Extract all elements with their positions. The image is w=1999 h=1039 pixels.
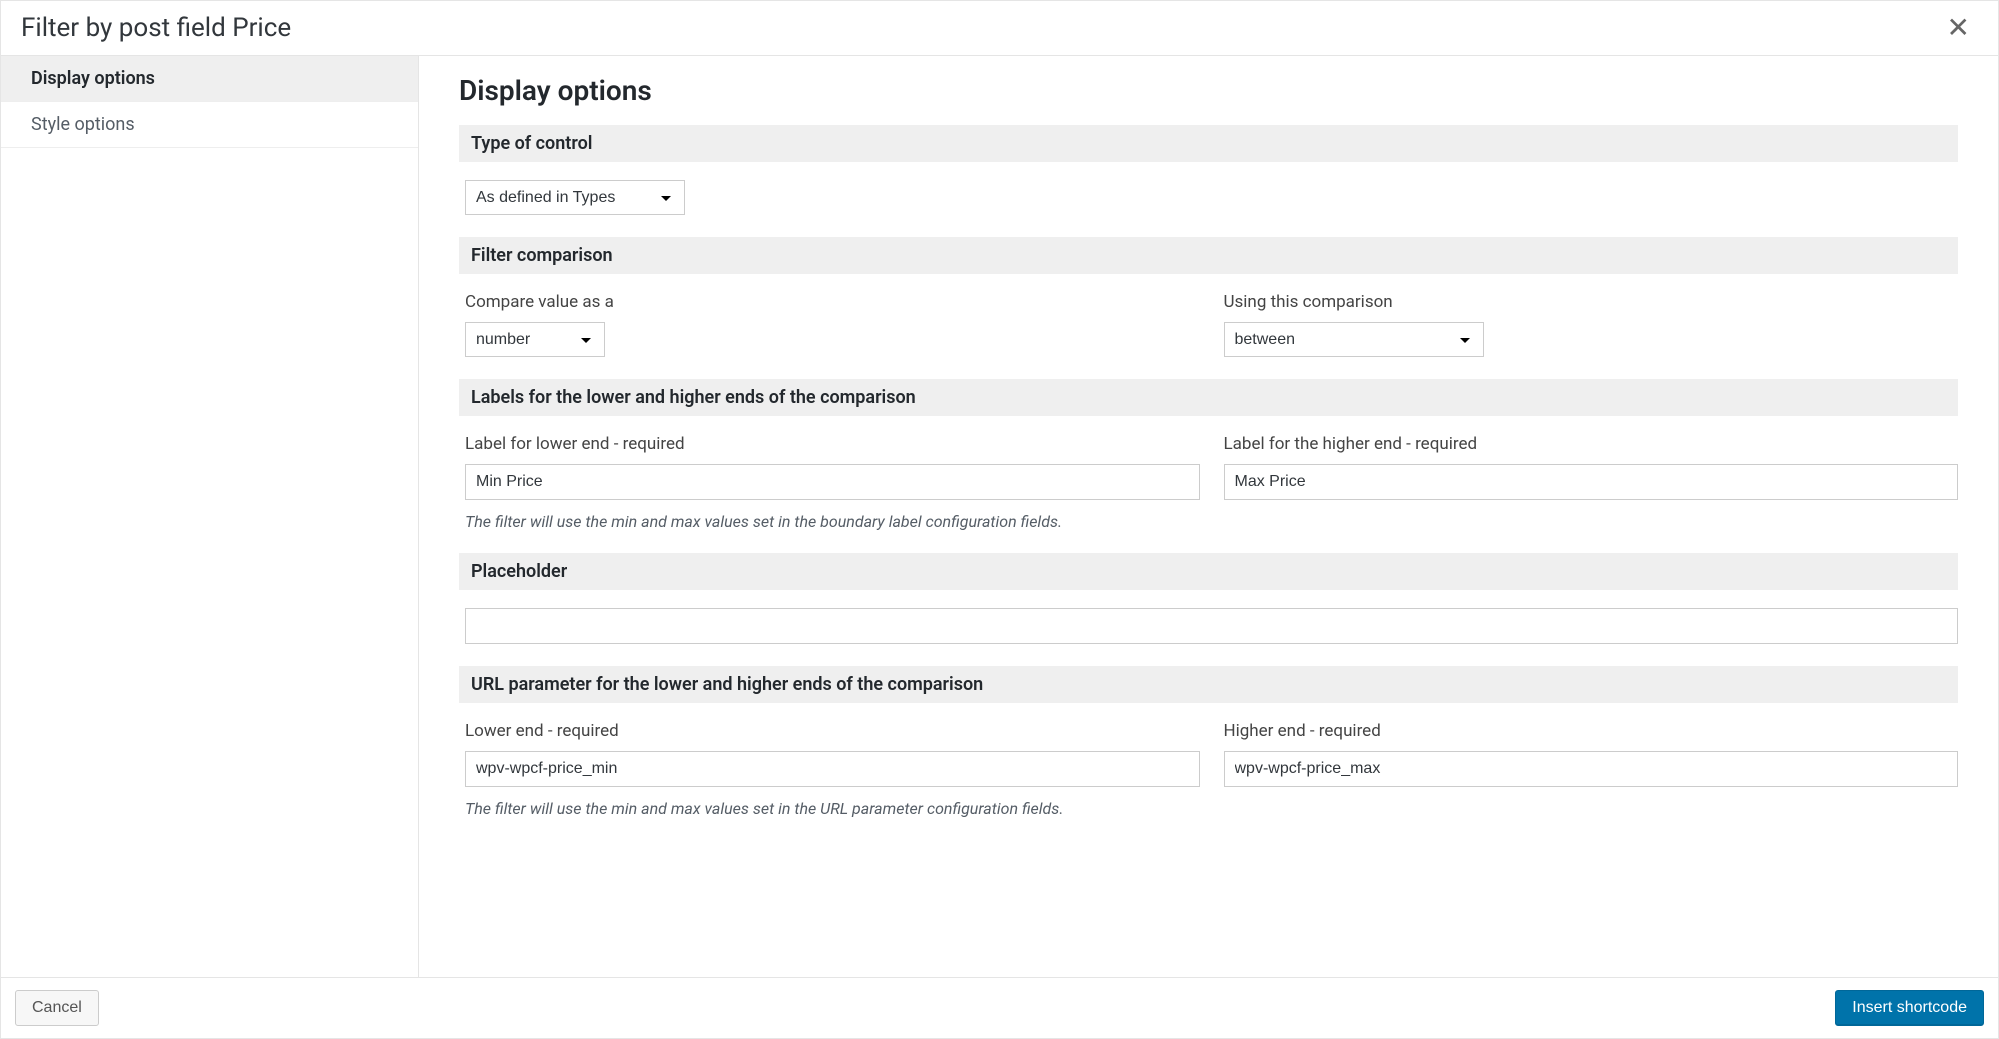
url-higher-end-label: Higher end - required (1224, 721, 1959, 741)
label-higher-end-input[interactable] (1224, 464, 1959, 500)
cancel-button[interactable]: Cancel (15, 990, 99, 1026)
modal-body: Display options Style options Display op… (1, 56, 1998, 977)
section-body-url-params: Lower end - required Higher end - requir… (459, 721, 1958, 840)
modal-title: Filter by post field Price (21, 13, 291, 43)
section-header-type-of-control: Type of control (459, 125, 1958, 162)
modal-header: Filter by post field Price ✕ (1, 1, 1998, 56)
url-lower-end-label: Lower end - required (465, 721, 1200, 741)
placeholder-input[interactable] (465, 608, 1958, 644)
using-comparison-label: Using this comparison (1224, 292, 1959, 312)
sidebar: Display options Style options (1, 56, 419, 977)
sidebar-item-label: Style options (31, 114, 135, 135)
section-body-type-of-control: As defined in Types (459, 180, 1958, 237)
content-title: Display options (459, 74, 1958, 107)
insert-shortcode-button[interactable]: Insert shortcode (1835, 990, 1984, 1026)
label-higher-end-label: Label for the higher end - required (1224, 434, 1959, 454)
section-header-labels: Labels for the lower and higher ends of … (459, 379, 1958, 416)
sidebar-item-display-options[interactable]: Display options (1, 56, 418, 102)
url-higher-end-input[interactable] (1224, 751, 1959, 787)
sidebar-item-style-options[interactable]: Style options (1, 102, 418, 148)
close-icon[interactable]: ✕ (1939, 14, 1978, 42)
filter-modal: Filter by post field Price ✕ Display opt… (0, 0, 1999, 1039)
content-panel: Display options Type of control As defin… (419, 56, 1998, 977)
section-body-labels: Label for lower end - required Label for… (459, 434, 1958, 553)
type-of-control-select[interactable]: As defined in Types (465, 180, 685, 215)
section-body-filter-comparison: Compare value as a number Using this com… (459, 292, 1958, 379)
compare-value-select[interactable]: number (465, 322, 605, 357)
modal-footer: Cancel Insert shortcode (1, 977, 1998, 1038)
url-lower-end-input[interactable] (465, 751, 1200, 787)
label-lower-end-input[interactable] (465, 464, 1200, 500)
sidebar-item-label: Display options (31, 68, 155, 89)
section-body-placeholder (459, 608, 1958, 666)
section-header-filter-comparison: Filter comparison (459, 237, 1958, 274)
using-comparison-select[interactable]: between (1224, 322, 1484, 357)
section-header-placeholder: Placeholder (459, 553, 1958, 590)
labels-hint: The filter will use the min and max valu… (465, 512, 1958, 531)
url-params-hint: The filter will use the min and max valu… (465, 799, 1958, 818)
section-header-url-params: URL parameter for the lower and higher e… (459, 666, 1958, 703)
compare-value-label: Compare value as a (465, 292, 1200, 312)
label-lower-end-label: Label for lower end - required (465, 434, 1200, 454)
